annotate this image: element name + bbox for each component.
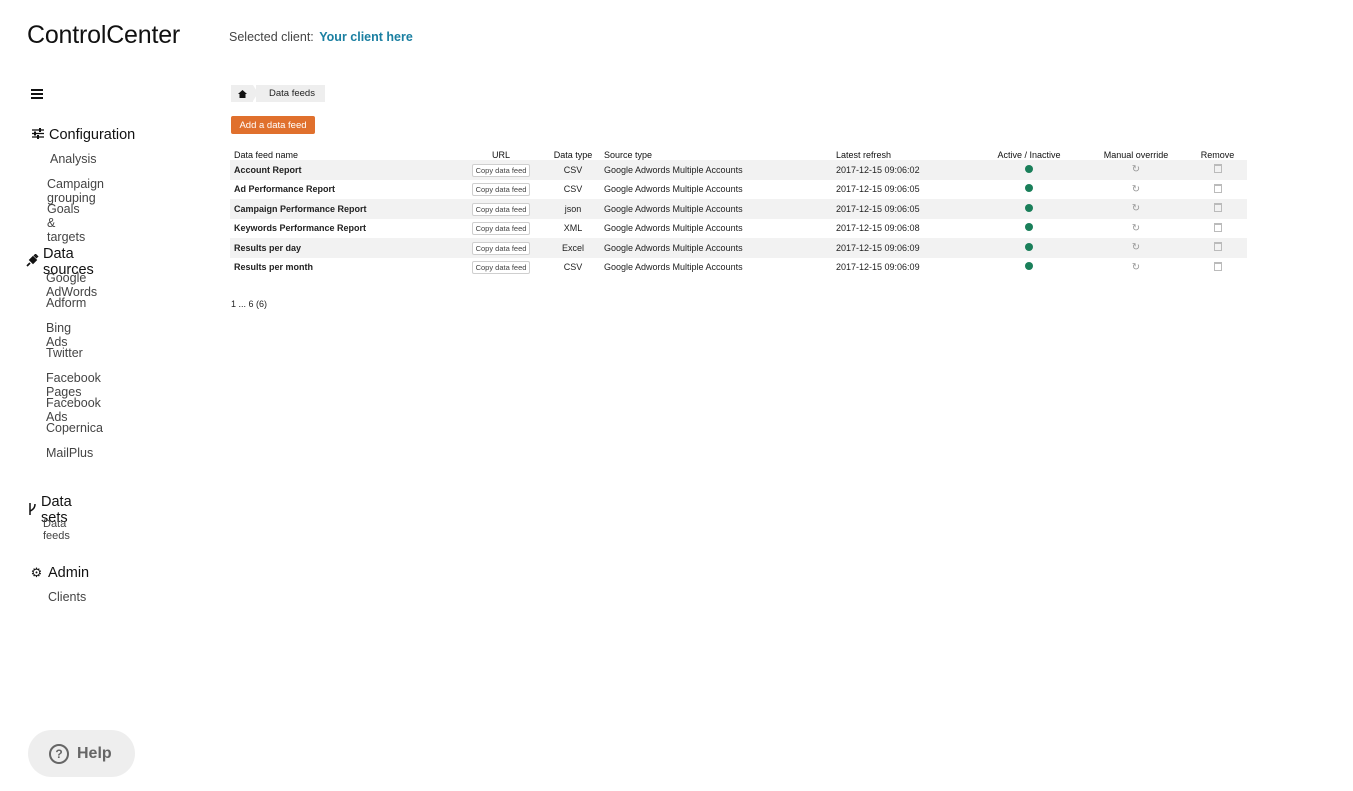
copy-data-feed-button[interactable]: Copy data feed — [471, 163, 531, 177]
menu-icon[interactable] — [31, 89, 44, 100]
latest-refresh-cell: 2017-12-15 09:06:08 — [836, 223, 920, 234]
sidebar-item-mailplus[interactable]: MailPlus — [46, 446, 93, 460]
data-feeds-table: Data feed name URL Data type Source type… — [230, 147, 1247, 277]
home-icon[interactable] — [231, 85, 258, 102]
refresh-icon[interactable]: ↻ — [1132, 262, 1140, 273]
source-type-cell: Google Adwords Multiple Accounts — [604, 184, 743, 195]
plug-icon — [26, 253, 39, 270]
header-active-inactive: Active / Inactive — [997, 150, 1061, 160]
trash-icon[interactable] — [1213, 222, 1222, 232]
header-latest-refresh: Latest refresh — [836, 150, 892, 160]
question-icon: ? — [49, 743, 69, 764]
latest-refresh-cell: 2017-12-15 09:06:05 — [836, 184, 920, 195]
sidebar-item-data-feeds[interactable]: Data feeds — [43, 518, 70, 542]
sidebar-item-adform[interactable]: Adform — [46, 296, 86, 310]
sidebar-item-clients[interactable]: Clients — [48, 590, 86, 604]
source-type-cell: Google Adwords Multiple Accounts — [604, 223, 743, 234]
refresh-icon[interactable]: ↻ — [1132, 242, 1140, 253]
help-label: Help — [77, 744, 112, 762]
active-status-toggle[interactable] — [1025, 242, 1033, 251]
table-row: Campaign Performance Report Copy data fe… — [230, 199, 1247, 219]
refresh-icon[interactable]: ↻ — [1132, 164, 1140, 175]
breadcrumb-current: Data feeds — [256, 85, 325, 102]
feed-name-link[interactable]: Results per month — [230, 258, 456, 278]
help-button[interactable]: ? Help — [28, 730, 135, 777]
header-source-type: Source type — [604, 150, 653, 160]
active-status-toggle[interactable] — [1025, 223, 1033, 232]
feed-name-link[interactable]: Keywords Performance Report — [230, 219, 456, 239]
header-manual-override: Manual override — [1103, 150, 1169, 160]
table-row: Keywords Performance Report Copy data fe… — [230, 219, 1247, 239]
active-status-toggle[interactable] — [1025, 203, 1033, 212]
breadcrumb: Data feeds — [231, 85, 325, 102]
header-remove: Remove — [1200, 150, 1235, 160]
sidebar-item-campaign-grouping[interactable]: Campaign grouping — [47, 177, 104, 205]
sidebar-section-admin[interactable]: ⚙ Admin — [29, 565, 89, 581]
selected-client-link[interactable]: Your client here — [319, 30, 413, 44]
sidebar-item-copernica[interactable]: Copernica — [46, 421, 103, 435]
sidebar-section-label: Configuration — [49, 127, 136, 143]
branch-icon — [27, 502, 37, 518]
data-type-cell: CSV — [563, 184, 583, 195]
copy-data-feed-button[interactable]: Copy data feed — [471, 222, 531, 236]
trash-icon[interactable] — [1213, 164, 1222, 174]
table-header-row: Data feed name URL Data type Source type… — [230, 147, 1247, 160]
selected-client-label: Selected client: — [229, 30, 314, 44]
sidebar-item-google-adwords[interactable]: Google AdWords — [46, 271, 97, 299]
trash-icon[interactable] — [1213, 203, 1222, 213]
refresh-icon[interactable]: ↻ — [1132, 203, 1140, 214]
header-data-type: Data type — [553, 150, 593, 160]
sidebar-item-bing-ads[interactable]: Bing Ads — [46, 321, 71, 349]
sidebar-item-facebook-ads[interactable]: Facebook Ads — [46, 396, 101, 424]
table-row: Results per day Copy data feed Excel Goo… — [230, 238, 1247, 258]
source-type-cell: Google Adwords Multiple Accounts — [600, 199, 832, 219]
data-type-cell: CSV — [546, 160, 600, 180]
selected-client: Selected client: Your client here — [229, 30, 413, 44]
header-url: URL — [491, 150, 510, 160]
data-type-cell: CSV — [563, 262, 583, 273]
source-type-cell: Google Adwords Multiple Accounts — [600, 160, 832, 180]
refresh-icon[interactable]: ↻ — [1132, 184, 1140, 195]
trash-icon[interactable] — [1213, 242, 1222, 252]
trash-icon[interactable] — [1213, 261, 1222, 271]
feed-name-link[interactable]: Ad Performance Report — [230, 180, 456, 200]
pagination[interactable]: 1 ... 6 (6) — [231, 299, 267, 309]
data-type-cell: Excel — [546, 238, 600, 258]
copy-data-feed-button[interactable]: Copy data feed — [471, 261, 531, 275]
source-type-cell: Google Adwords Multiple Accounts — [604, 262, 743, 273]
add-data-feed-button[interactable]: Add a data feed — [231, 116, 315, 134]
latest-refresh-cell: 2017-12-15 09:06:09 — [832, 238, 974, 258]
copy-data-feed-button[interactable]: Copy data feed — [471, 183, 531, 197]
sidebar-item-twitter[interactable]: Twitter — [46, 346, 83, 360]
active-status-toggle[interactable] — [1025, 184, 1033, 193]
sidebar-section-label: Admin — [48, 565, 90, 581]
sliders-icon — [30, 128, 45, 142]
sidebar-item-analysis[interactable]: Analysis — [50, 152, 97, 166]
trash-icon[interactable] — [1213, 183, 1222, 193]
copy-data-feed-button[interactable]: Copy data feed — [471, 202, 531, 216]
latest-refresh-cell: 2017-12-15 09:06:02 — [832, 160, 974, 180]
data-type-cell: XML — [563, 223, 583, 234]
active-status-toggle[interactable] — [1025, 164, 1033, 173]
feed-name-link[interactable]: Results per day — [230, 238, 456, 258]
copy-data-feed-button[interactable]: Copy data feed — [471, 241, 531, 255]
gear-icon: ⚙ — [30, 565, 43, 580]
feed-name-link[interactable]: Account Report — [230, 160, 456, 180]
active-status-toggle[interactable] — [1025, 262, 1033, 271]
sidebar-item-goals-targets[interactable]: Goals & targets — [47, 202, 85, 244]
table-row: Results per month Copy data feed CSV Goo… — [230, 258, 1247, 278]
sidebar-section-configuration[interactable]: Configuration — [30, 127, 135, 143]
app-logo: ControlCenter — [27, 21, 181, 49]
table-row: Ad Performance Report Copy data feed CSV… — [230, 180, 1247, 200]
header-data-feed-name: Data feed name — [234, 150, 299, 160]
table-row: Account Report Copy data feed CSV Google… — [230, 160, 1247, 180]
latest-refresh-cell: 2017-12-15 09:06:05 — [832, 199, 974, 219]
sidebar-item-facebook-pages[interactable]: Facebook Pages — [46, 371, 101, 399]
data-type-cell: json — [546, 199, 600, 219]
refresh-icon[interactable]: ↻ — [1132, 223, 1140, 234]
source-type-cell: Google Adwords Multiple Accounts — [600, 238, 832, 258]
latest-refresh-cell: 2017-12-15 09:06:09 — [836, 262, 920, 273]
feed-name-link[interactable]: Campaign Performance Report — [230, 199, 456, 219]
